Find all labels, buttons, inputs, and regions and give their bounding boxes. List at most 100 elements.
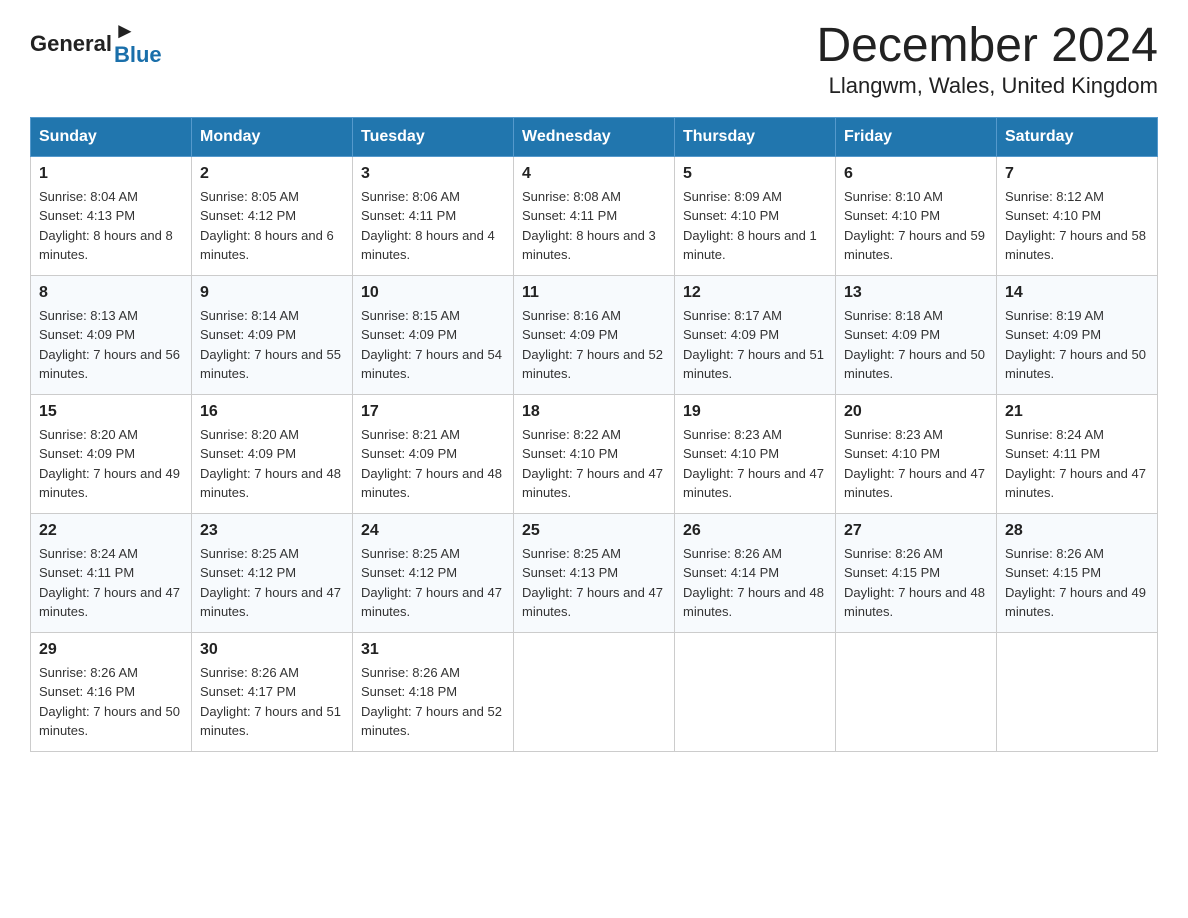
day-info: Sunrise: 8:26 AMSunset: 4:18 PMDaylight:… (361, 663, 505, 741)
day-info: Sunrise: 8:05 AMSunset: 4:12 PMDaylight:… (200, 187, 344, 265)
calendar-cell: 2 Sunrise: 8:05 AMSunset: 4:12 PMDayligh… (192, 156, 353, 275)
calendar-cell (514, 632, 675, 751)
day-info: Sunrise: 8:15 AMSunset: 4:09 PMDaylight:… (361, 306, 505, 384)
calendar-cell: 30 Sunrise: 8:26 AMSunset: 4:17 PMDaylig… (192, 632, 353, 751)
calendar-cell: 18 Sunrise: 8:22 AMSunset: 4:10 PMDaylig… (514, 394, 675, 513)
calendar-cell: 4 Sunrise: 8:08 AMSunset: 4:11 PMDayligh… (514, 156, 675, 275)
day-number: 7 (1005, 165, 1149, 183)
calendar-cell: 25 Sunrise: 8:25 AMSunset: 4:13 PMDaylig… (514, 513, 675, 632)
day-number: 11 (522, 284, 666, 302)
calendar-week-row: 29 Sunrise: 8:26 AMSunset: 4:16 PMDaylig… (31, 632, 1158, 751)
title-block: December 2024 Llangwm, Wales, United Kin… (816, 20, 1158, 99)
calendar-week-row: 15 Sunrise: 8:20 AMSunset: 4:09 PMDaylig… (31, 394, 1158, 513)
day-info: Sunrise: 8:17 AMSunset: 4:09 PMDaylight:… (683, 306, 827, 384)
day-number: 30 (200, 641, 344, 659)
calendar-cell: 8 Sunrise: 8:13 AMSunset: 4:09 PMDayligh… (31, 275, 192, 394)
calendar-cell: 27 Sunrise: 8:26 AMSunset: 4:15 PMDaylig… (836, 513, 997, 632)
day-info: Sunrise: 8:26 AMSunset: 4:16 PMDaylight:… (39, 663, 183, 741)
calendar-week-row: 8 Sunrise: 8:13 AMSunset: 4:09 PMDayligh… (31, 275, 1158, 394)
calendar-cell: 28 Sunrise: 8:26 AMSunset: 4:15 PMDaylig… (997, 513, 1158, 632)
calendar-cell: 6 Sunrise: 8:10 AMSunset: 4:10 PMDayligh… (836, 156, 997, 275)
day-info: Sunrise: 8:26 AMSunset: 4:15 PMDaylight:… (1005, 544, 1149, 622)
calendar-cell: 11 Sunrise: 8:16 AMSunset: 4:09 PMDaylig… (514, 275, 675, 394)
day-number: 16 (200, 403, 344, 421)
day-info: Sunrise: 8:21 AMSunset: 4:09 PMDaylight:… (361, 425, 505, 503)
day-number: 26 (683, 522, 827, 540)
day-number: 10 (361, 284, 505, 302)
day-info: Sunrise: 8:24 AMSunset: 4:11 PMDaylight:… (1005, 425, 1149, 503)
calendar-cell: 17 Sunrise: 8:21 AMSunset: 4:09 PMDaylig… (353, 394, 514, 513)
calendar-week-row: 1 Sunrise: 8:04 AMSunset: 4:13 PMDayligh… (31, 156, 1158, 275)
calendar-subtitle: Llangwm, Wales, United Kingdom (816, 73, 1158, 99)
logo-general-text: General (30, 31, 112, 57)
day-info: Sunrise: 8:25 AMSunset: 4:13 PMDaylight:… (522, 544, 666, 622)
day-info: Sunrise: 8:26 AMSunset: 4:15 PMDaylight:… (844, 544, 988, 622)
day-info: Sunrise: 8:18 AMSunset: 4:09 PMDaylight:… (844, 306, 988, 384)
day-number: 3 (361, 165, 505, 183)
calendar-header-monday: Monday (192, 117, 353, 156)
calendar-cell: 19 Sunrise: 8:23 AMSunset: 4:10 PMDaylig… (675, 394, 836, 513)
page-header: General ► Blue December 2024 Llangwm, Wa… (30, 20, 1158, 99)
calendar-cell: 22 Sunrise: 8:24 AMSunset: 4:11 PMDaylig… (31, 513, 192, 632)
day-number: 1 (39, 165, 183, 183)
calendar-title: December 2024 (816, 20, 1158, 73)
calendar-cell: 9 Sunrise: 8:14 AMSunset: 4:09 PMDayligh… (192, 275, 353, 394)
day-info: Sunrise: 8:22 AMSunset: 4:10 PMDaylight:… (522, 425, 666, 503)
day-info: Sunrise: 8:26 AMSunset: 4:14 PMDaylight:… (683, 544, 827, 622)
day-number: 20 (844, 403, 988, 421)
day-number: 18 (522, 403, 666, 421)
day-number: 4 (522, 165, 666, 183)
day-number: 29 (39, 641, 183, 659)
calendar-cell: 1 Sunrise: 8:04 AMSunset: 4:13 PMDayligh… (31, 156, 192, 275)
calendar-week-row: 22 Sunrise: 8:24 AMSunset: 4:11 PMDaylig… (31, 513, 1158, 632)
calendar-cell: 23 Sunrise: 8:25 AMSunset: 4:12 PMDaylig… (192, 513, 353, 632)
day-number: 12 (683, 284, 827, 302)
day-number: 31 (361, 641, 505, 659)
day-info: Sunrise: 8:24 AMSunset: 4:11 PMDaylight:… (39, 544, 183, 622)
calendar-table: SundayMondayTuesdayWednesdayThursdayFrid… (30, 117, 1158, 752)
day-number: 6 (844, 165, 988, 183)
logo: General ► Blue (30, 20, 162, 68)
calendar-cell: 20 Sunrise: 8:23 AMSunset: 4:10 PMDaylig… (836, 394, 997, 513)
day-info: Sunrise: 8:23 AMSunset: 4:10 PMDaylight:… (844, 425, 988, 503)
calendar-header-friday: Friday (836, 117, 997, 156)
day-info: Sunrise: 8:04 AMSunset: 4:13 PMDaylight:… (39, 187, 183, 265)
day-number: 24 (361, 522, 505, 540)
calendar-cell (997, 632, 1158, 751)
calendar-header-tuesday: Tuesday (353, 117, 514, 156)
day-info: Sunrise: 8:25 AMSunset: 4:12 PMDaylight:… (361, 544, 505, 622)
day-info: Sunrise: 8:19 AMSunset: 4:09 PMDaylight:… (1005, 306, 1149, 384)
day-info: Sunrise: 8:20 AMSunset: 4:09 PMDaylight:… (39, 425, 183, 503)
calendar-header-wednesday: Wednesday (514, 117, 675, 156)
day-info: Sunrise: 8:16 AMSunset: 4:09 PMDaylight:… (522, 306, 666, 384)
calendar-cell: 12 Sunrise: 8:17 AMSunset: 4:09 PMDaylig… (675, 275, 836, 394)
calendar-cell: 3 Sunrise: 8:06 AMSunset: 4:11 PMDayligh… (353, 156, 514, 275)
day-number: 23 (200, 522, 344, 540)
day-info: Sunrise: 8:13 AMSunset: 4:09 PMDaylight:… (39, 306, 183, 384)
day-info: Sunrise: 8:14 AMSunset: 4:09 PMDaylight:… (200, 306, 344, 384)
logo-right: ► Blue (114, 20, 162, 68)
day-number: 15 (39, 403, 183, 421)
calendar-header-saturday: Saturday (997, 117, 1158, 156)
calendar-cell: 29 Sunrise: 8:26 AMSunset: 4:16 PMDaylig… (31, 632, 192, 751)
day-number: 25 (522, 522, 666, 540)
day-number: 8 (39, 284, 183, 302)
day-number: 28 (1005, 522, 1149, 540)
day-number: 2 (200, 165, 344, 183)
calendar-header-row: SundayMondayTuesdayWednesdayThursdayFrid… (31, 117, 1158, 156)
logo-blue-text: Blue (114, 42, 162, 68)
logo-decoration: ► (114, 20, 136, 42)
calendar-cell: 31 Sunrise: 8:26 AMSunset: 4:18 PMDaylig… (353, 632, 514, 751)
day-number: 9 (200, 284, 344, 302)
day-number: 27 (844, 522, 988, 540)
day-info: Sunrise: 8:12 AMSunset: 4:10 PMDaylight:… (1005, 187, 1149, 265)
calendar-cell: 16 Sunrise: 8:20 AMSunset: 4:09 PMDaylig… (192, 394, 353, 513)
day-info: Sunrise: 8:08 AMSunset: 4:11 PMDaylight:… (522, 187, 666, 265)
day-number: 19 (683, 403, 827, 421)
day-info: Sunrise: 8:09 AMSunset: 4:10 PMDaylight:… (683, 187, 827, 265)
day-info: Sunrise: 8:20 AMSunset: 4:09 PMDaylight:… (200, 425, 344, 503)
calendar-header-thursday: Thursday (675, 117, 836, 156)
day-info: Sunrise: 8:26 AMSunset: 4:17 PMDaylight:… (200, 663, 344, 741)
calendar-cell: 21 Sunrise: 8:24 AMSunset: 4:11 PMDaylig… (997, 394, 1158, 513)
day-number: 17 (361, 403, 505, 421)
